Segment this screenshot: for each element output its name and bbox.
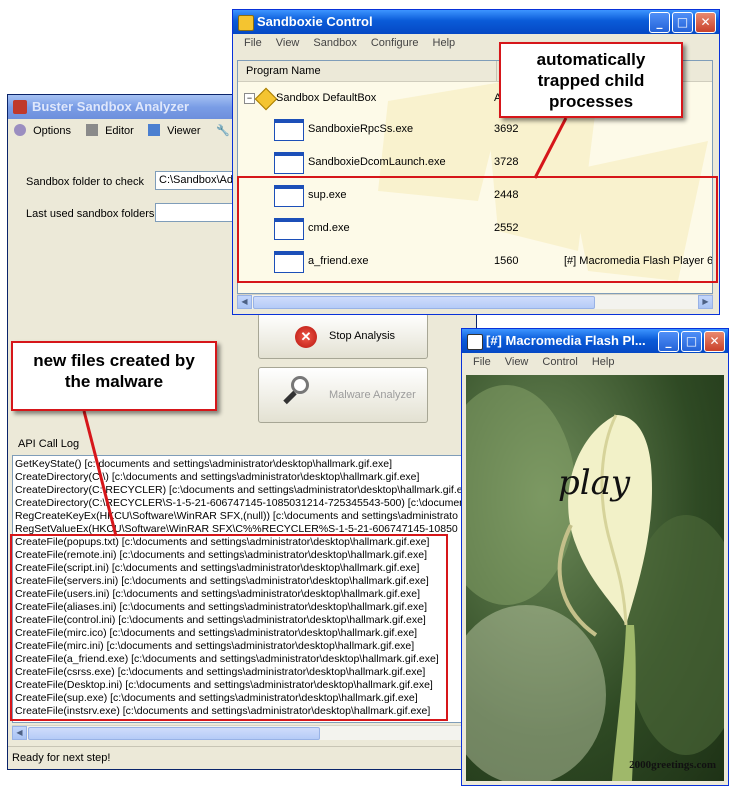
malware-analyzer-button[interactable]: Malware Analyzer [258,367,428,423]
bsa-app-icon [13,100,27,114]
editor-label: Editor [105,125,134,137]
viewer-label: Viewer [167,125,201,137]
last-used-label: Last used sandbox folders [26,208,155,220]
scroll-left-arrow[interactable]: ◀ [237,295,252,309]
scroll-thumb[interactable] [28,727,320,740]
play-text[interactable]: play [558,463,630,503]
window-icon [274,152,304,174]
status-text: Ready for next step! [12,752,111,764]
trapped-callout: automatically trapped child processes [499,42,683,118]
process-pid: 3692 [494,123,519,135]
minimize-button[interactable]: _ [658,331,679,352]
options-menu[interactable]: Options [14,119,71,143]
menu-file[interactable]: File [237,34,269,52]
menu-file[interactable]: File [466,353,498,371]
maximize-button[interactable]: □ [681,331,702,352]
sandbox-icon [254,87,278,111]
gear-icon [14,124,26,136]
sandboxie-app-icon [238,15,254,31]
new-files-callout-text: new files created by the malware [33,351,195,391]
status-bar: Ready for next step! [8,746,476,769]
log-line[interactable]: RegCreateKeyEx(HKCU\Software\WinRAR SFX,… [15,510,463,523]
menu-view[interactable]: View [269,34,307,52]
process-pid: 3728 [494,156,519,168]
menu-control[interactable]: Control [535,353,584,371]
wrench-icon[interactable]: 🔧 [216,119,230,143]
scroll-thumb[interactable] [253,296,595,309]
options-label: Options [33,125,71,137]
log-line[interactable]: CreateDirectory(C:\RECYCLER\S-1-5-21-606… [15,497,463,510]
malware-analyzer-label: Malware Analyzer [329,389,416,401]
log-line[interactable]: CreateDirectory(C:\RECYCLER) [c:\documen… [15,484,463,497]
viewer-icon [148,124,160,136]
flash-title: [#] Macromedia Flash Pl... [486,333,646,348]
stop-icon: ✕ [295,326,317,348]
flash-menubar: File View Control Help [462,353,728,371]
api-call-log-label: API Call Log [18,438,80,450]
sandbox-folder-value: C:\Sandbox\Ad [159,174,233,186]
column-program-name[interactable]: Program Name [246,61,321,81]
process-name: SandboxieDcomLaunch.exe [308,156,446,168]
flash-titlebar[interactable]: [#] Macromedia Flash Pl... _ □ ✕ [462,329,728,353]
process-row[interactable]: SandboxieDcomLaunch.exe 3728 [238,146,712,179]
sandbox-folder-label: Sandbox folder to check [26,176,145,188]
close-button[interactable]: ✕ [695,12,716,33]
window-icon [274,119,304,141]
minimize-button[interactable]: _ [649,12,670,33]
maximize-button[interactable]: □ [672,12,693,33]
log-line[interactable]: CreateDirectory(C:\) [c:\documents and s… [15,471,463,484]
sandboxie-title: Sandboxie Control [257,14,373,29]
menu-configure[interactable]: Configure [364,34,426,52]
sandboxie-horizontal-scrollbar[interactable]: ◀ ▶ [237,294,713,309]
bsa-title: Buster Sandbox Analyzer [32,99,190,114]
stop-analysis-button[interactable]: ✕ Stop Analysis [258,313,428,359]
viewer-menu[interactable]: Viewer [148,119,201,143]
magnifier-icon [281,376,311,412]
log-line[interactable]: GetKeyState() [c:\documents and settings… [15,458,463,471]
process-name: SandboxieRpcSs.exe [308,123,414,135]
flash-window: [#] Macromedia Flash Pl... _ □ ✕ File Vi… [461,328,729,786]
flash-stage[interactable]: play 2000greetings.com [466,375,724,781]
stop-analysis-label: Stop Analysis [329,330,396,342]
credit-text: 2000greetings.com [629,759,716,771]
menu-help[interactable]: Help [585,353,622,371]
calla-lily-image [466,385,724,781]
sandbox-group-label: Sandbox DefaultBox [276,92,377,104]
trapped-processes-highlight [237,176,718,283]
editor-menu[interactable]: Editor [86,119,134,143]
flash-app-icon [467,334,483,350]
log-horizontal-scrollbar[interactable]: ◀ [12,725,464,740]
new-files-callout: new files created by the malware [11,341,217,411]
scroll-right-arrow[interactable]: ▶ [698,295,713,309]
menu-help[interactable]: Help [426,34,463,52]
close-button[interactable]: ✕ [704,331,725,352]
menu-sandbox[interactable]: Sandbox [306,34,363,52]
scroll-left-arrow[interactable]: ◀ [12,726,27,740]
trapped-callout-text: automatically trapped child processes [536,50,646,111]
new-files-highlight [10,534,448,721]
pencil-icon [86,124,98,136]
sandboxie-titlebar[interactable]: Sandboxie Control _ □ ✕ [233,10,719,34]
menu-view[interactable]: View [498,353,536,371]
